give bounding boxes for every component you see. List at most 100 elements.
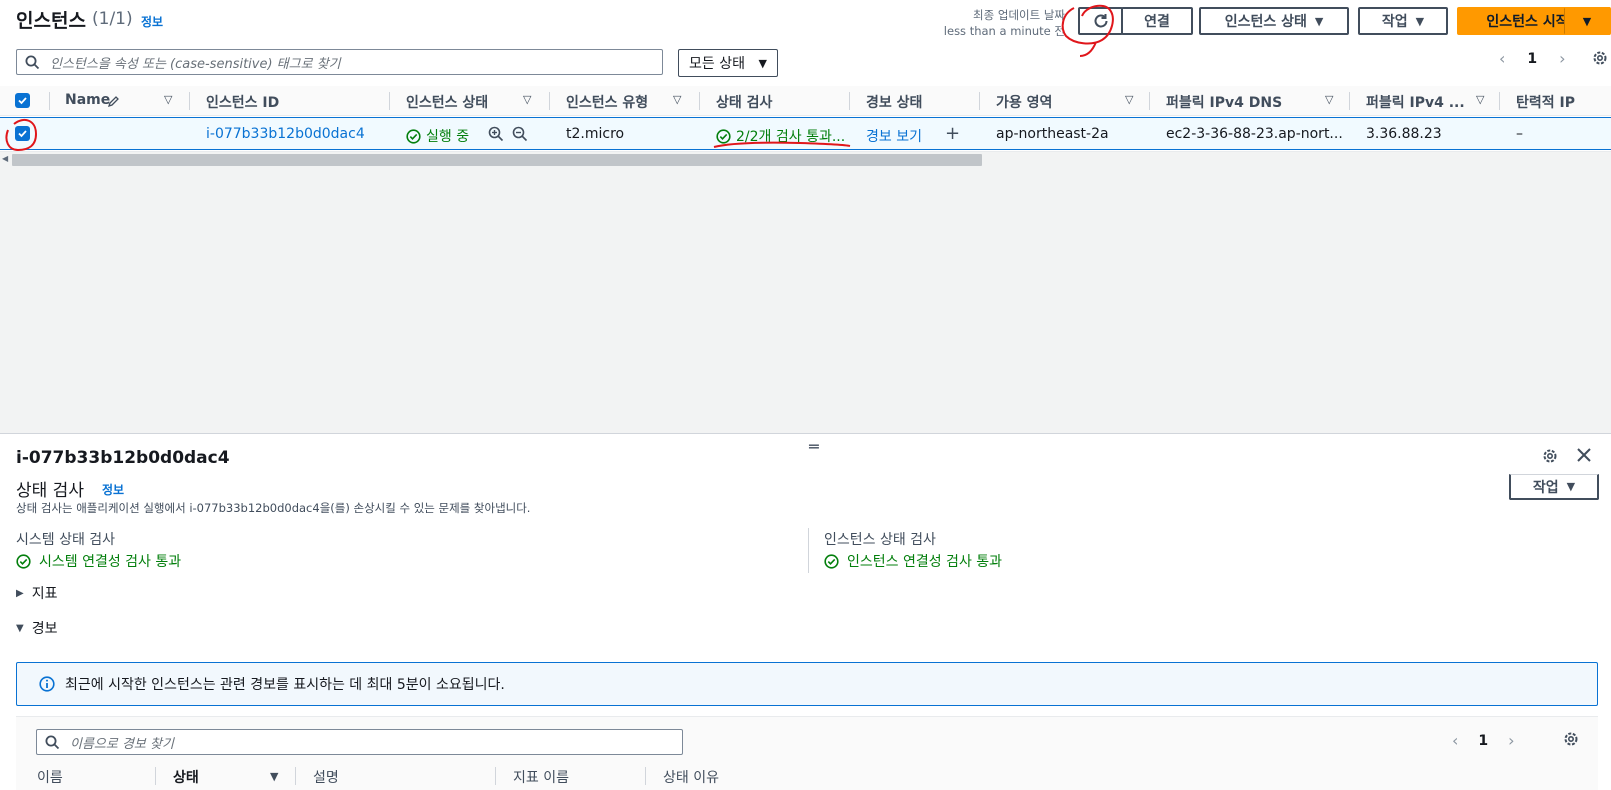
- system-check-label: 시스템 상태 검사: [16, 532, 116, 548]
- resize-handle-icon[interactable]: ═: [809, 437, 819, 456]
- sort-desc-icon[interactable]: ▼: [270, 770, 278, 783]
- refresh-button[interactable]: [1078, 7, 1123, 35]
- success-check-icon: [16, 553, 31, 569]
- detail-actions-label: 작업: [1532, 479, 1559, 496]
- col-instance-state[interactable]: 인스턴스 상태: [406, 92, 488, 112]
- metrics-label: 지표: [31, 586, 58, 602]
- alarm-col-metric[interactable]: 지표 이름: [513, 767, 569, 787]
- col-status-check[interactable]: 상태 검사: [716, 92, 772, 112]
- sort-icon[interactable]: ▽: [1325, 93, 1333, 106]
- actions-label: 작업: [1381, 14, 1408, 30]
- alarms-expander[interactable]: ▼ 경보: [16, 618, 57, 638]
- cell-public-dns: ec2-3-36-88-23.ap-nort...: [1166, 126, 1343, 142]
- caret-down-icon: ▼: [1415, 14, 1425, 28]
- col-public-dns[interactable]: 퍼블릭 IPv4 DNS: [1166, 92, 1282, 112]
- cell-availability-zone: ap-northeast-2a: [996, 126, 1109, 142]
- detail-actions-button[interactable]: 작업 ▼: [1509, 474, 1599, 500]
- col-availability-zone[interactable]: 가용 영역: [996, 92, 1052, 112]
- select-all-checkbox[interactable]: [15, 93, 30, 108]
- last-updated: 최종 업데이트 날짜 less than a minute 전: [944, 7, 1065, 39]
- search-placeholder: 인스턴스을 속성 또는 (case-sensitive) 태그로 찾기: [50, 56, 341, 72]
- alarm-search-placeholder: 이름으로 경보 찾기: [70, 736, 174, 752]
- alarm-col-name[interactable]: 이름: [37, 767, 63, 787]
- sort-icon[interactable]: ▽: [673, 93, 681, 106]
- prev-page-icon[interactable]: ‹: [1452, 731, 1458, 750]
- zoom-in-icon[interactable]: [488, 126, 504, 142]
- launch-dropdown-button[interactable]: ▼: [1564, 7, 1611, 35]
- zoom-out-icon[interactable]: [512, 126, 528, 142]
- pagination: ‹ 1 ›: [1499, 49, 1566, 68]
- scrollbar-thumb[interactable]: [12, 154, 982, 166]
- system-check-value: 시스템 연결성 검사 통과: [39, 554, 182, 570]
- settings-gear-icon[interactable]: [1541, 447, 1559, 465]
- instance-count: (1/1): [92, 9, 133, 29]
- caret-right-icon: ▶: [16, 587, 24, 599]
- connect-button[interactable]: 연결: [1121, 7, 1193, 35]
- section-info-link[interactable]: 정보: [102, 481, 124, 498]
- next-page-icon[interactable]: ›: [1508, 731, 1514, 750]
- add-alarm-icon[interactable]: +: [945, 123, 960, 144]
- settings-gear-icon[interactable]: [1591, 49, 1609, 67]
- table-header: Name ▽ 인스턴스 ID 인스턴스 상태 ▽ 인스턴스 유형 ▽ 상태 검사…: [0, 86, 1611, 116]
- prev-page-icon[interactable]: ‹: [1499, 49, 1505, 68]
- search-icon: [45, 735, 60, 749]
- instance-check-value: 인스턴스 연결성 검사 통과: [847, 554, 1003, 570]
- alarm-current-page[interactable]: 1: [1478, 733, 1488, 749]
- last-updated-label: 최종 업데이트 날짜: [973, 8, 1065, 22]
- edit-pencil-icon: [107, 96, 119, 108]
- refresh-icon: [1094, 14, 1107, 28]
- cell-elastic-ip: –: [1516, 126, 1523, 142]
- col-alarm-status[interactable]: 경보 상태: [866, 92, 922, 112]
- caret-down-icon: ▼: [1314, 14, 1324, 28]
- instance-state-button[interactable]: 인스턴스 상태 ▼: [1199, 7, 1349, 35]
- caret-down-icon: ▼: [1566, 480, 1576, 493]
- sort-icon[interactable]: ▽: [523, 93, 531, 106]
- row-checkbox[interactable]: [15, 126, 30, 141]
- table-row[interactable]: i-077b33b12b0d0dac4 실행 중 t2.micro 2/2개 검…: [0, 117, 1611, 150]
- instance-check-status: 인스턴스 연결성 검사 통과: [824, 551, 1002, 571]
- alarm-col-reason[interactable]: 상태 이유: [663, 767, 719, 787]
- sort-icon[interactable]: ▽: [1476, 93, 1484, 106]
- alarm-col-description[interactable]: 설명: [313, 767, 339, 787]
- status-check-text: 2/2개 검사 통과...: [736, 129, 846, 145]
- section-description: 상태 검사는 애플리케이션 실행에서 i-077b33b12b0d0dac4을(…: [16, 501, 531, 515]
- instance-search-input[interactable]: 인스턴스을 속성 또는 (case-sensitive) 태그로 찾기: [16, 49, 663, 75]
- instances-list-panel: 인스턴스 (1/1) 정보 최종 업데이트 날짜 less than a min…: [0, 0, 1611, 167]
- settings-gear-icon[interactable]: [1562, 730, 1580, 748]
- scroll-left-icon[interactable]: ◀: [2, 154, 8, 163]
- col-instance-type[interactable]: 인스턴스 유형: [566, 92, 648, 112]
- info-link[interactable]: 정보: [141, 13, 163, 30]
- divider: [808, 528, 809, 573]
- alarms-table: 이름으로 경보 찾기 ‹ 1 › 이름 상태 ▼ 설명 지표 이름 상태 이유: [16, 716, 1598, 790]
- col-elastic-ip[interactable]: 탄력적 IP: [1516, 92, 1575, 112]
- actions-button[interactable]: 작업 ▼: [1358, 7, 1448, 35]
- metrics-expander[interactable]: ▶ 지표: [16, 583, 57, 603]
- alarm-col-state[interactable]: 상태: [173, 767, 199, 787]
- horizontal-scrollbar[interactable]: ◀: [0, 151, 1611, 167]
- caret-down-icon: ▼: [758, 56, 767, 70]
- cell-status-check[interactable]: 2/2개 검사 통과...: [716, 126, 845, 146]
- col-instance-id[interactable]: 인스턴스 ID: [206, 92, 279, 112]
- state-filter-value: 모든 상태: [689, 56, 745, 72]
- section-title: 상태 검사: [16, 481, 84, 501]
- state-filter-select[interactable]: 모든 상태 ▼: [678, 49, 778, 77]
- col-public-ipv4[interactable]: 퍼블릭 IPv4 ...: [1366, 92, 1465, 112]
- sort-icon[interactable]: ▽: [1125, 93, 1133, 106]
- next-page-icon[interactable]: ›: [1559, 49, 1565, 68]
- alarm-search-input[interactable]: 이름으로 경보 찾기: [36, 729, 683, 755]
- close-icon[interactable]: [1575, 446, 1593, 464]
- empty-list-area: [0, 167, 1611, 433]
- sort-icon[interactable]: ▽: [164, 93, 172, 106]
- view-alarms-link[interactable]: 경보 보기: [866, 126, 922, 146]
- col-name[interactable]: Name: [65, 92, 110, 108]
- instance-check-label: 인스턴스 상태 검사: [824, 532, 936, 548]
- success-check-icon: [824, 553, 839, 569]
- cell-public-ipv4: 3.36.88.23: [1366, 126, 1442, 142]
- connect-label: 연결: [1144, 14, 1170, 30]
- cell-instance-id[interactable]: i-077b33b12b0d0dac4: [206, 126, 365, 142]
- caret-down-icon: ▼: [16, 622, 24, 634]
- system-check-status: 시스템 연결성 검사 통과: [16, 551, 181, 571]
- current-page[interactable]: 1: [1527, 51, 1537, 67]
- page-title: 인스턴스: [16, 10, 86, 32]
- success-check-icon: [716, 128, 731, 144]
